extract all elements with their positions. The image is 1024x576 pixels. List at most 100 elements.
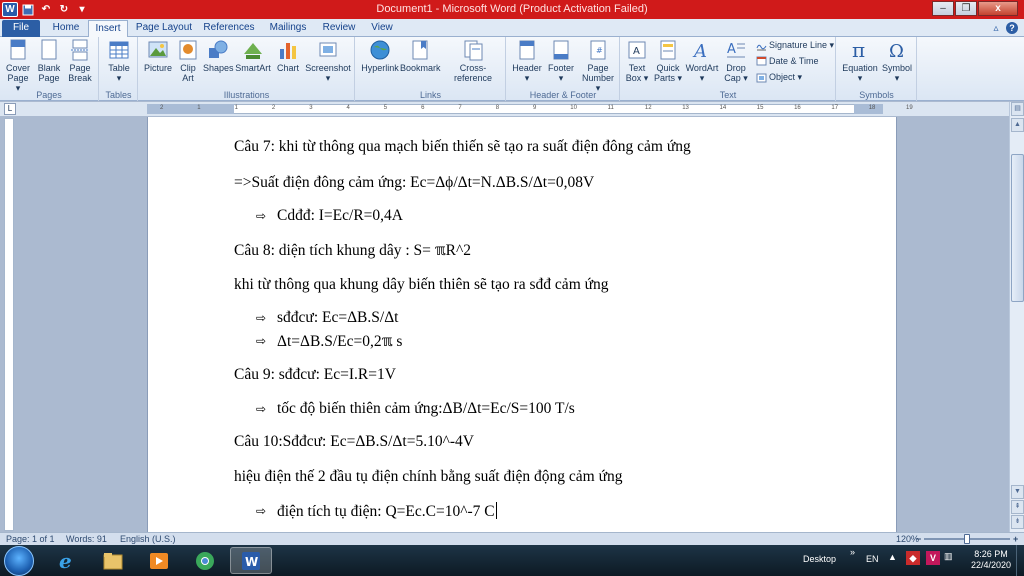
doc-line: =>Suất điện đông cảm ứng: Ec=Δϕ/Δt=N.ΔB.… xyxy=(234,174,595,191)
restore-button[interactable]: ❐ xyxy=(955,1,977,16)
group-illustrations: Picture Clip Art Shapes SmartArt Chart S… xyxy=(139,37,355,101)
header-icon xyxy=(519,40,535,60)
zoom-slider-thumb[interactable] xyxy=(964,534,970,544)
ruler-number: 14 xyxy=(719,105,727,111)
tray-arrow-icon[interactable]: ▲ xyxy=(888,552,897,562)
group-label-header-footer: Header & Footer xyxy=(529,90,597,100)
next-page-icon[interactable]: ⇟ xyxy=(1011,515,1024,529)
ruler-toggle-icon[interactable]: ▤ xyxy=(1011,102,1024,116)
svg-text:A: A xyxy=(633,46,640,57)
ribbon-insert: Cover Page ▾ Blank Page Page Break Pages… xyxy=(0,37,1024,101)
bookmark-button[interactable]: Bookmark xyxy=(400,39,441,73)
tab-view[interactable]: View xyxy=(366,20,398,37)
tab-page-layout[interactable]: Page Layout xyxy=(134,20,194,37)
date-time-button[interactable]: Date & Time xyxy=(756,56,819,66)
group-label-text: Text xyxy=(719,90,737,100)
arrow-bullet-icon: ⇨ xyxy=(256,504,267,518)
wordart-button[interactable]: A WordArt ▾ xyxy=(685,39,719,83)
svg-text:W: W xyxy=(245,555,258,569)
scroll-down-icon[interactable]: ▼ xyxy=(1011,485,1024,499)
arrow-bullet-icon: ⇨ xyxy=(256,311,267,325)
chrome-icon[interactable] xyxy=(184,547,226,574)
group-label-illustrations: Illustrations xyxy=(223,90,270,100)
unikey-tray-icon[interactable]: V xyxy=(926,551,940,565)
start-button[interactable] xyxy=(4,546,34,576)
ruler-number: 8 xyxy=(495,105,500,111)
cover-page-icon xyxy=(10,39,26,60)
chart-button[interactable]: Chart xyxy=(273,39,303,73)
tab-mailings[interactable]: Mailings xyxy=(264,20,312,37)
tab-references[interactable]: References xyxy=(200,20,258,37)
quick-parts-button[interactable]: Quick Parts ▾ xyxy=(653,39,683,83)
footer-button[interactable]: Footer ▾ xyxy=(545,39,577,83)
tab-file[interactable]: File xyxy=(2,20,40,37)
cover-page-button[interactable]: Cover Page ▾ xyxy=(4,39,32,93)
svg-text:π: π xyxy=(852,39,865,61)
show-desktop-button[interactable] xyxy=(1016,545,1024,576)
word-taskbar-icon[interactable]: W xyxy=(230,547,272,574)
equation-button[interactable]: π Equation ▾ xyxy=(841,39,879,83)
page-count[interactable]: Page: 1 of 1 xyxy=(6,534,55,544)
ruler-number: 10 xyxy=(570,105,577,111)
clip-art-button[interactable]: Clip Art xyxy=(175,39,201,83)
ruler-number: 1 xyxy=(197,105,201,111)
vertical-ruler xyxy=(4,118,14,531)
word-count[interactable]: Words: 91 xyxy=(66,534,107,544)
prev-page-icon[interactable]: ⇞ xyxy=(1011,500,1024,514)
picture-button[interactable]: Picture xyxy=(143,39,173,73)
cross-reference-button[interactable]: Cross-reference xyxy=(442,39,504,83)
scroll-thumb[interactable] xyxy=(1011,154,1024,302)
object-button[interactable]: Object ▾ xyxy=(756,72,802,83)
smartart-button[interactable]: SmartArt xyxy=(235,39,271,73)
quick-parts-icon xyxy=(660,40,676,60)
blank-page-button[interactable]: Blank Page xyxy=(35,39,63,83)
blank-page-icon xyxy=(41,39,57,60)
table-button[interactable]: Table ▾ xyxy=(105,39,133,83)
language-tray[interactable]: EN xyxy=(866,554,879,564)
minimize-button[interactable]: – xyxy=(932,1,954,16)
status-bar: Page: 1 of 1 Words: 91 English (U.S.) 12… xyxy=(0,532,1024,545)
media-player-icon[interactable] xyxy=(138,547,180,574)
toolbar-expand-icon[interactable]: » xyxy=(850,547,855,557)
close-button[interactable]: x xyxy=(978,1,1018,16)
help-icon[interactable]: ? xyxy=(1006,22,1018,34)
window-title: Document1 - Microsoft Word (Product Acti… xyxy=(376,3,648,15)
header-button[interactable]: Header ▾ xyxy=(511,39,543,83)
tab-insert[interactable]: Insert xyxy=(88,20,128,38)
vertical-scrollbar[interactable]: ▤ ▲ ▼ ⇞ ⇟ xyxy=(1009,102,1024,532)
antivirus-tray-icon[interactable]: ◆ xyxy=(906,551,920,565)
zoom-in-button[interactable]: + xyxy=(1013,534,1018,544)
text-box-button[interactable]: A Text Box ▾ xyxy=(623,39,651,83)
page-break-button[interactable]: Page Break xyxy=(66,39,94,83)
zoom-out-button[interactable]: − xyxy=(916,534,921,544)
group-label-symbols: Symbols xyxy=(859,90,894,100)
page-number-button[interactable]: # Page Number ▾ xyxy=(579,39,617,93)
arrow-bullet-icon: ⇨ xyxy=(256,402,267,416)
drop-cap-button[interactable]: A Drop Cap ▾ xyxy=(721,39,751,83)
signature-icon xyxy=(756,44,767,50)
minimize-ribbon-icon[interactable]: ▵ xyxy=(990,22,1002,34)
svg-text:A: A xyxy=(727,42,736,57)
document-page[interactable]: Câu 7: khi từ thông qua mạch biến thiến … xyxy=(147,117,897,532)
symbol-button[interactable]: Ω Symbol ▾ xyxy=(881,39,913,83)
ruler-number: 12 xyxy=(644,105,652,111)
network-icon[interactable]: ▥ xyxy=(944,551,953,562)
signature-line-button[interactable]: Signature Line ▾ xyxy=(756,40,834,51)
system-clock[interactable]: 8:26 PM 22/4/2020 xyxy=(968,549,1014,571)
scroll-up-icon[interactable]: ▲ xyxy=(1011,118,1024,132)
desktop-toolbar[interactable]: Desktop xyxy=(803,554,836,564)
file-explorer-icon[interactable] xyxy=(92,547,134,574)
horizontal-ruler[interactable]: L 2 1 1 2 3 4 5 6 7 8 9 10 11 12 13 14 15 16 17 18 19 xyxy=(0,102,1024,116)
hyperlink-button[interactable]: Hyperlink xyxy=(360,39,400,73)
shapes-button[interactable]: Shapes xyxy=(203,39,234,73)
cross-reference-icon xyxy=(464,40,483,61)
arrow-bullet-icon: ⇨ xyxy=(256,209,267,223)
screenshot-button[interactable]: Screenshot ▾ xyxy=(305,39,351,83)
language-indicator[interactable]: English (U.S.) xyxy=(120,534,176,544)
tab-selector[interactable]: L xyxy=(4,103,16,115)
ruler-number: 5 xyxy=(383,105,388,111)
ruler-number: 2 xyxy=(160,105,164,111)
tab-home[interactable]: Home xyxy=(48,20,84,37)
tab-review[interactable]: Review xyxy=(318,20,360,37)
internet-explorer-icon[interactable]: e xyxy=(46,547,88,574)
